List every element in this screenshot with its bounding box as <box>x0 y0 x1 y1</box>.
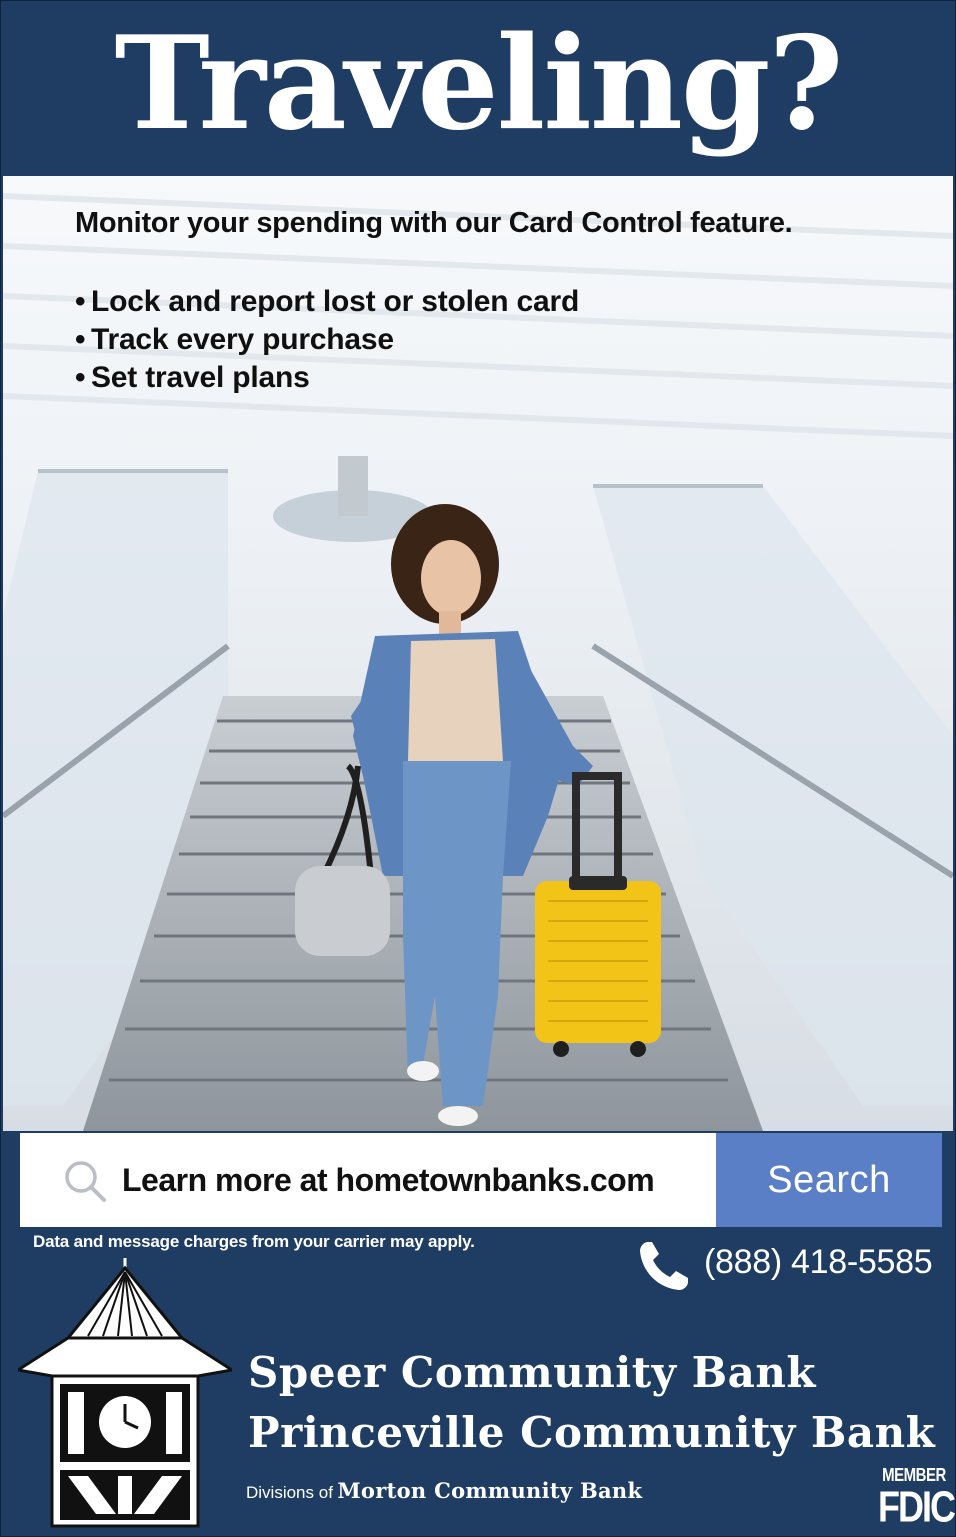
feature-copy: Monitor your spending with our Card Cont… <box>75 205 935 397</box>
search-button[interactable]: Search <box>716 1133 942 1227</box>
feature-item-text: Track every purchase <box>91 323 394 356</box>
headline: Traveling? <box>114 9 844 159</box>
clock-tower-icon <box>18 1258 232 1528</box>
phone-icon <box>640 1242 688 1290</box>
bullet-dot: • <box>75 323 86 356</box>
search-text: Learn more at hometownbanks.com <box>122 1162 655 1198</box>
bullet-dot: • <box>75 361 86 394</box>
feature-item-text: Set travel plans <box>91 361 310 394</box>
carrier-disclaimer: Data and message charges from your carri… <box>33 1232 475 1251</box>
bank-name-speer: Speer Community Bank <box>248 1348 817 1397</box>
search-input[interactable]: Learn more at hometownbanks.com <box>20 1133 716 1227</box>
feature-item: • Track every purchase <box>75 321 935 359</box>
search-icon <box>65 1161 106 1202</box>
divisions-line: Divisions of Morton Community Bank <box>246 1478 642 1503</box>
feature-item: • Set travel plans <box>75 359 935 397</box>
fdic-badge: MEMBER FDIC <box>878 1466 956 1531</box>
bank-name-princeville: Princeville Community Bank <box>248 1408 936 1457</box>
divisions-prefix: Divisions of <box>246 1483 333 1502</box>
phone-number[interactable]: (888) 418-5585 <box>704 1240 933 1284</box>
advertisement: Traveling? Monitor your spending with ou… <box>0 0 956 1537</box>
headline-band: Traveling? <box>0 0 956 176</box>
fdic-label: FDIC <box>878 1481 956 1531</box>
feature-item: • Lock and report lost or stolen card <box>75 283 935 321</box>
intro-text: Monitor your spending with our Card Cont… <box>75 207 793 239</box>
feature-list: • Lock and report lost or stolen card • Tr… <box>75 283 935 397</box>
bullet-dot: • <box>75 285 86 318</box>
parent-bank-name: Morton Community Bank <box>337 1478 643 1503</box>
feature-item-text: Lock and report lost or stolen card <box>91 285 580 318</box>
search-bar: Learn more at hometownbanks.com Search <box>20 1133 942 1227</box>
